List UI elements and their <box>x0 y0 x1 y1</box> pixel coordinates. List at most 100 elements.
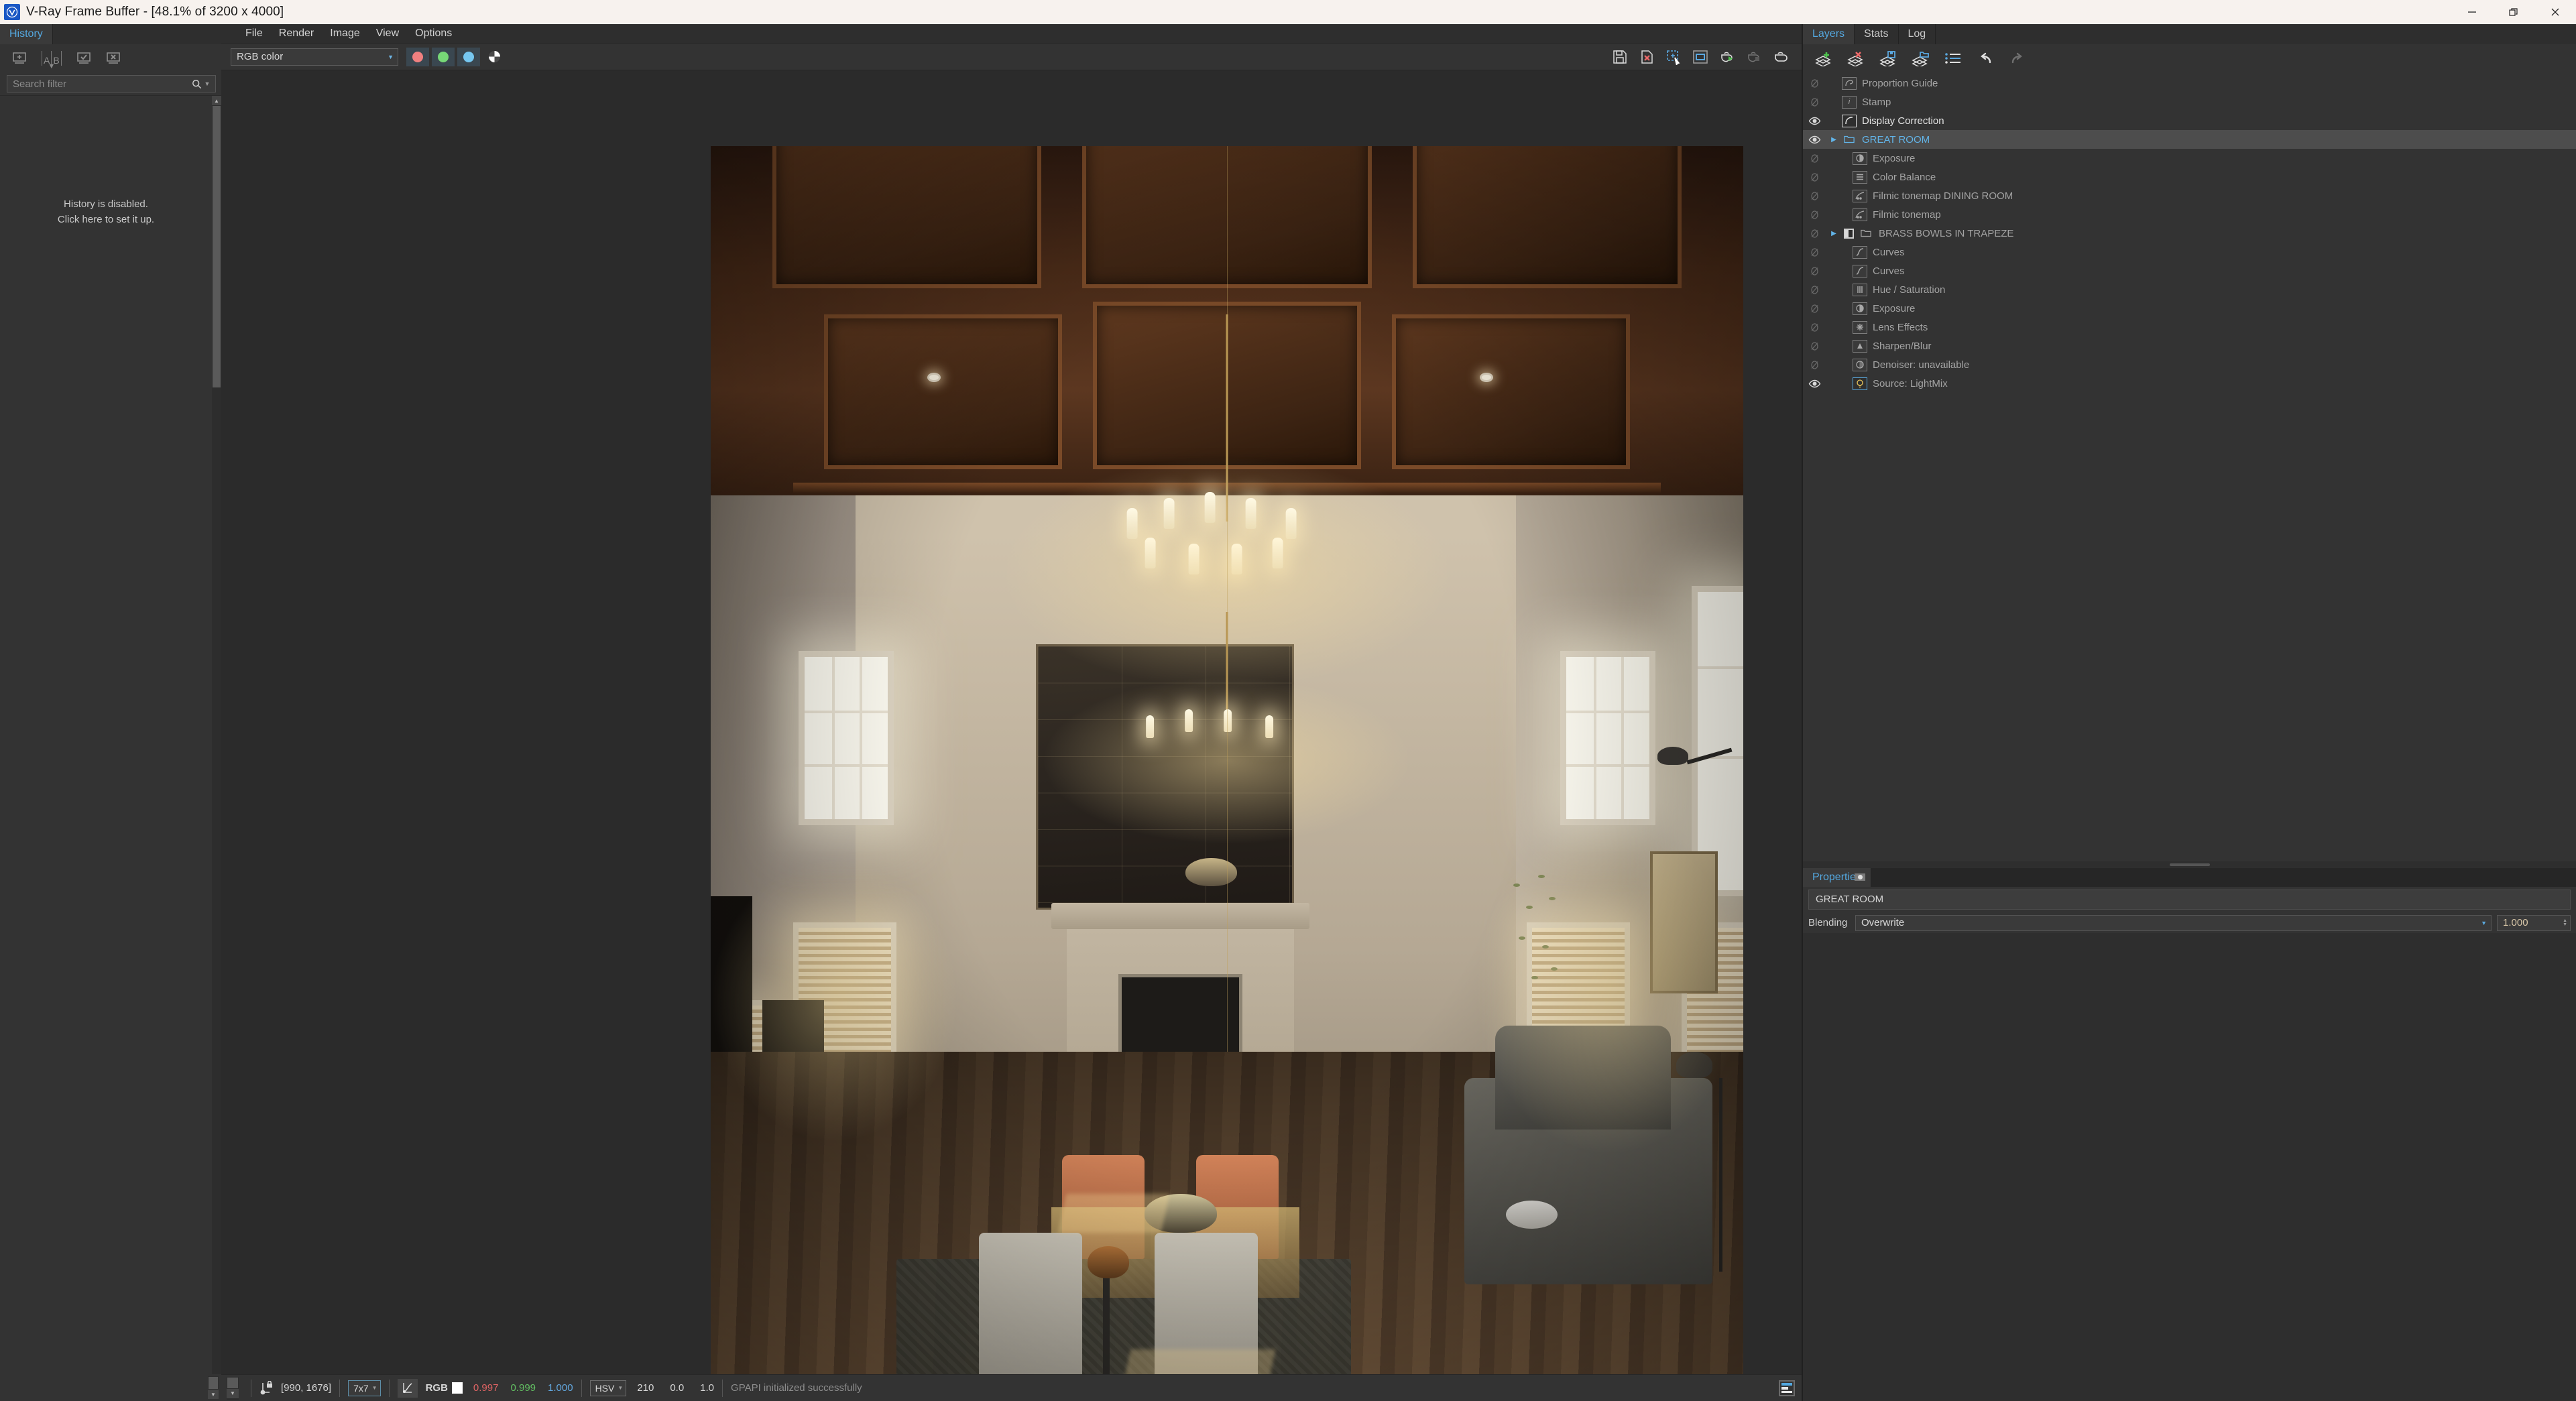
layer-visible-icon[interactable] <box>1803 135 1826 145</box>
ab-compare-button[interactable]: A B ▼ <box>38 51 66 70</box>
scroll-down-icon[interactable]: ▼ <box>208 1390 219 1399</box>
region-render-button[interactable] <box>1662 47 1685 67</box>
history-scrollbar[interactable]: ▲ <box>212 96 221 1374</box>
add-layer-button[interactable] <box>1812 48 1836 68</box>
layer-hidden-icon[interactable] <box>1803 229 1826 239</box>
layer-hidden-icon[interactable] <box>1803 154 1826 164</box>
search-input-wrapper[interactable]: ▼ <box>7 75 216 93</box>
history-disabled-message[interactable]: History is disabled. Click here to set i… <box>0 96 212 1374</box>
layer-hidden-icon[interactable] <box>1803 304 1826 314</box>
stepper-arrows-icon[interactable]: ▲ ▼ <box>2563 918 2567 927</box>
viewport-vscroll[interactable]: ▼ <box>227 1376 239 1400</box>
layer-mask-icon[interactable] <box>1842 228 1855 239</box>
color-curve-icon[interactable] <box>397 1378 418 1398</box>
layer-hidden-icon[interactable] <box>1803 285 1826 295</box>
layer-list[interactable]: ▶Proportion Guide▶iStamp▶Display Correct… <box>1803 72 2576 393</box>
stop-render-button[interactable] <box>1743 47 1765 67</box>
add-to-history-button[interactable] <box>8 48 31 68</box>
blue-channel-button[interactable] <box>457 47 480 66</box>
layer-hidden-icon[interactable] <box>1803 210 1826 220</box>
layer-row[interactable]: ▶ GREAT ROOM <box>1803 130 2576 149</box>
alpha-channel-button[interactable] <box>483 48 506 66</box>
scrollbar-thumb[interactable] <box>209 1377 218 1389</box>
tab-stats[interactable]: Stats <box>1855 24 1899 44</box>
layer-row[interactable]: ▶ Filmic tonemap DINING ROOM <box>1803 186 2576 205</box>
sample-size-select[interactable]: 7x7 ▼ <box>348 1380 381 1396</box>
layer-hidden-icon[interactable] <box>1803 341 1826 351</box>
layer-row[interactable]: ▶ Curves <box>1803 243 2576 261</box>
pixel-lock-icon[interactable] <box>259 1380 274 1396</box>
tab-log[interactable]: Log <box>1898 24 1936 44</box>
scrollbar-track[interactable] <box>212 388 221 1374</box>
layer-row[interactable]: ▶i Stamp <box>1803 93 2576 111</box>
chevron-right-icon[interactable]: ▶ <box>1826 136 1842 143</box>
splitter-grip[interactable] <box>2169 863 2210 866</box>
scrollbar-thumb[interactable] <box>227 1377 238 1388</box>
layer-row[interactable]: ▶ Display Correction <box>1803 111 2576 130</box>
panel-splitter[interactable] <box>1803 861 2576 868</box>
layer-row[interactable]: ▶ Denoiser: unavailable <box>1803 355 2576 374</box>
scrollbar-thumb[interactable] <box>213 106 221 387</box>
layer-hidden-icon[interactable] <box>1803 360 1826 370</box>
chevron-down-icon[interactable]: ▼ <box>202 80 213 87</box>
layer-row[interactable]: ▶ Color Balance <box>1803 168 2576 186</box>
scroll-down-icon[interactable]: ▼ <box>227 1388 239 1398</box>
delete-history-button[interactable] <box>102 48 125 68</box>
layer-row[interactable]: ▶ Exposure <box>1803 149 2576 168</box>
opacity-input[interactable]: 1.000 ▲ ▼ <box>2497 914 2571 931</box>
tab-layers[interactable]: Layers <box>1803 24 1855 44</box>
red-channel-button[interactable] <box>406 47 429 66</box>
save-layers-button[interactable] <box>1877 48 1901 68</box>
clear-image-button[interactable] <box>1635 47 1658 67</box>
history-list-area[interactable]: History is disabled. Click here to set i… <box>0 95 221 1374</box>
history-footer-scrollbar[interactable]: ▼ <box>208 1376 219 1399</box>
restore-button[interactable] <box>2493 0 2534 24</box>
menu-image[interactable]: Image <box>322 24 367 43</box>
load-layers-button[interactable] <box>1909 48 1933 68</box>
undo-button[interactable] <box>1973 48 1997 68</box>
layer-row[interactable]: ▶ Source: LightMix <box>1803 374 2576 393</box>
layer-hidden-icon[interactable] <box>1803 266 1826 276</box>
render-last-button[interactable] <box>1769 47 1792 67</box>
rendered-image[interactable] <box>711 146 1743 1374</box>
minimize-button[interactable] <box>2451 0 2493 24</box>
layer-visible-icon[interactable] <box>1803 379 1826 389</box>
scroll-up-icon[interactable]: ▲ <box>212 96 221 105</box>
redo-button[interactable] <box>2005 48 2030 68</box>
layer-hidden-icon[interactable] <box>1803 172 1826 182</box>
properties-layer-name[interactable]: GREAT ROOM <box>1808 889 2571 910</box>
menu-view[interactable]: View <box>368 24 407 43</box>
green-channel-button[interactable] <box>432 47 455 66</box>
layer-presets-button[interactable] <box>1941 48 1965 68</box>
layer-row[interactable]: ▶ Hue / Saturation <box>1803 280 2576 299</box>
blending-select[interactable]: Overwrite ▼ <box>1855 914 2492 931</box>
search-input[interactable] <box>13 78 192 90</box>
layer-hidden-icon[interactable] <box>1803 78 1826 88</box>
layer-row[interactable]: ▶ Curves <box>1803 261 2576 280</box>
layer-row[interactable]: ▶ Lens Effects <box>1803 318 2576 337</box>
menu-options[interactable]: Options <box>407 24 460 43</box>
start-render-button[interactable] <box>1716 47 1739 67</box>
layers-panel-toggle-icon[interactable] <box>1779 1380 1795 1396</box>
history-message-line2[interactable]: Click here to set it up. <box>58 212 154 227</box>
chevron-right-icon[interactable]: ▶ <box>1826 230 1842 237</box>
layer-hidden-icon[interactable] <box>1803 97 1826 107</box>
apply-history-button[interactable] <box>72 48 95 68</box>
layer-row[interactable]: ▶ Exposure <box>1803 299 2576 318</box>
layer-hidden-icon[interactable] <box>1803 191 1826 201</box>
delete-layer-button[interactable] <box>1845 48 1869 68</box>
layer-hidden-icon[interactable] <box>1803 322 1826 332</box>
layer-hidden-icon[interactable] <box>1803 247 1826 257</box>
render-viewport[interactable] <box>221 70 1802 1374</box>
layer-row[interactable]: ▶ Sharpen/Blur <box>1803 337 2576 355</box>
layer-row[interactable]: ▶ Proportion Guide <box>1803 74 2576 93</box>
layer-row[interactable]: ▶ Filmic tonemap <box>1803 205 2576 224</box>
save-image-button[interactable] <box>1608 47 1631 67</box>
close-button[interactable] <box>2534 0 2576 24</box>
hsv-select[interactable]: HSV ▼ <box>589 1380 627 1396</box>
layer-row[interactable]: ▶ BRASS BOWLS IN TRAPEZE <box>1803 224 2576 243</box>
menu-file[interactable]: File <box>237 24 271 43</box>
preview-toggle-icon[interactable] <box>1851 870 1869 885</box>
channel-select[interactable]: RGB color ▼ <box>231 48 398 66</box>
fit-to-window-button[interactable] <box>1689 47 1712 67</box>
